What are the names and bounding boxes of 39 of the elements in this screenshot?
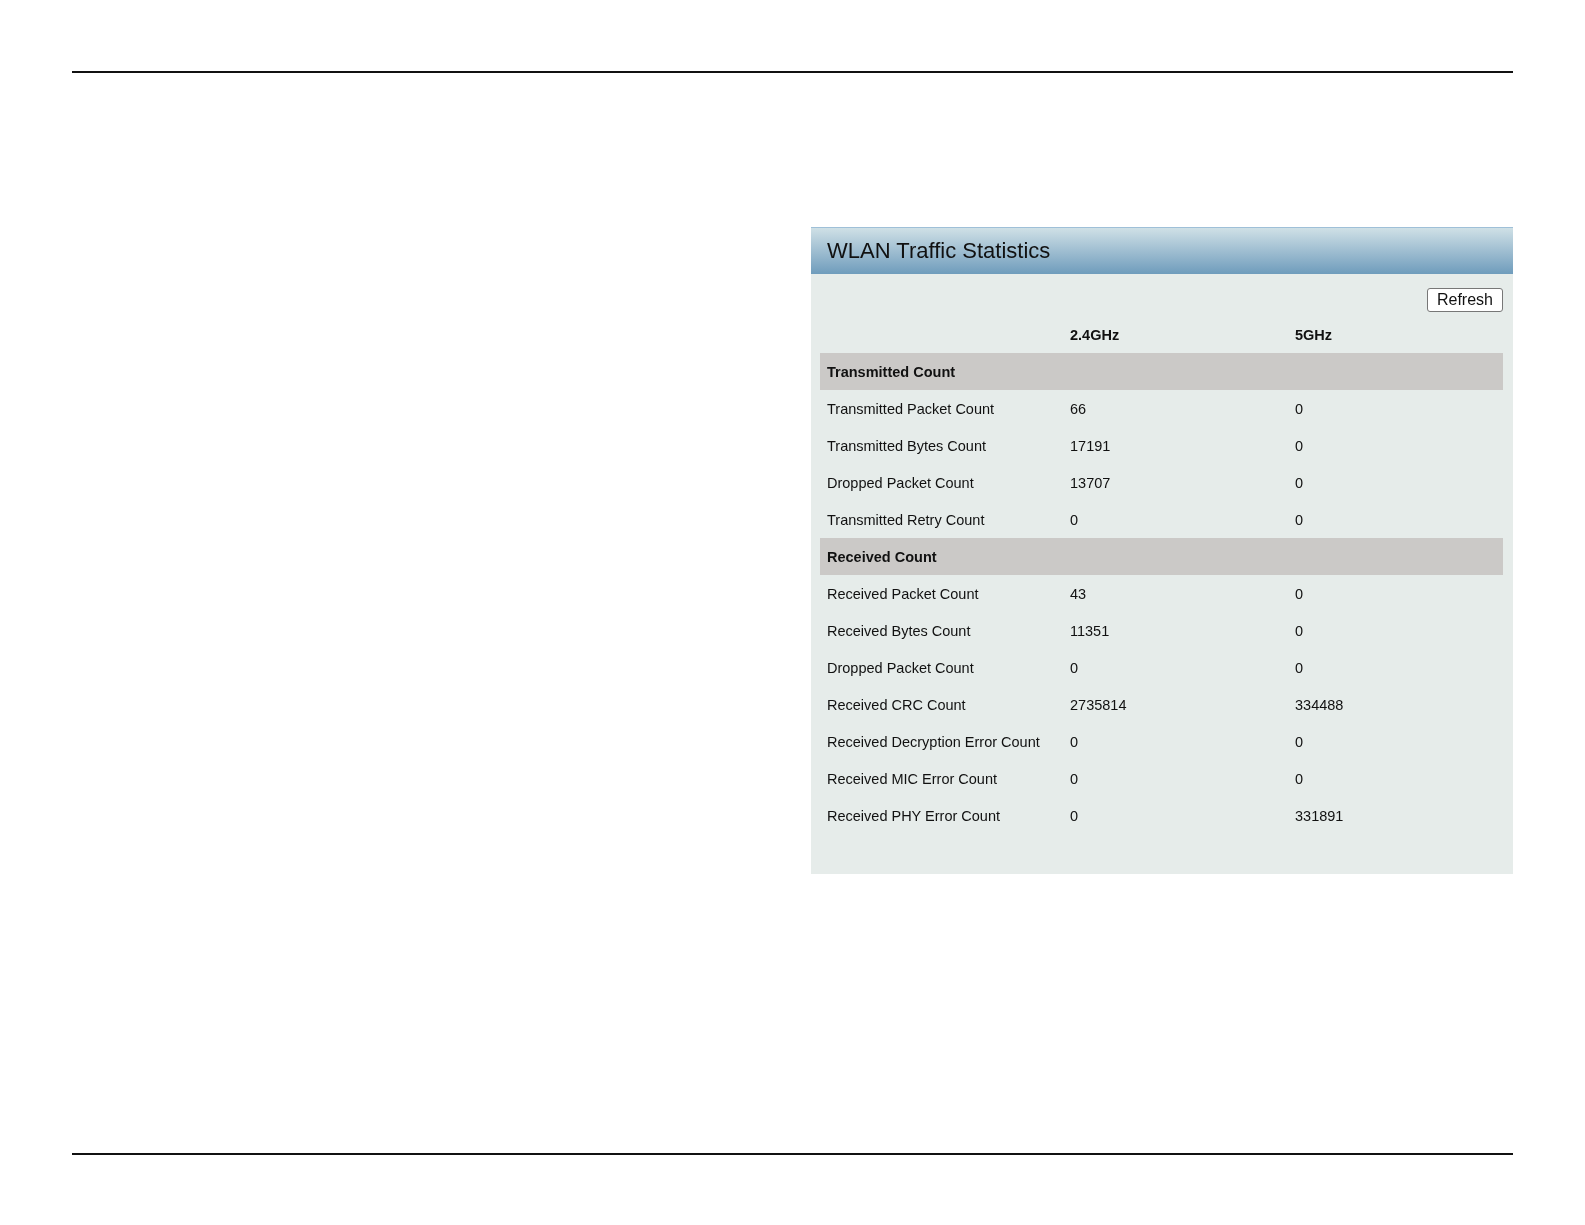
row-label: Transmitted Packet Count [827,400,996,417]
table-cell-text: 334488 [1295,696,1345,713]
table-cell-text: 0 [1070,807,1080,824]
table-cell-text: 0 [1295,659,1305,676]
table-cell-text: 17191 [1070,437,1112,454]
row-label: Dropped Packet Count [827,474,975,491]
table-cell-text: 0 [1295,437,1305,454]
row-label: Received Decryption Error Count [827,733,1041,750]
row-label: Received CRC Count [827,696,967,713]
section-header: Received Count [820,538,1503,575]
table-cell-text: 0 [1295,622,1305,639]
table-cell-text: 0 [1070,733,1080,750]
row-label: Received Packet Count [827,585,980,602]
table-cell-text: 13707 [1070,474,1112,491]
table-cell-text: 331891 [1295,807,1345,824]
table-cell-text: 0 [1295,733,1305,750]
table-cell-text: 43 [1070,585,1088,602]
row-label: Received MIC Error Count [827,770,999,787]
table-cell-text: 0 [1295,474,1305,491]
table-cell-text: 0 [1070,770,1080,787]
section-header: Transmitted Count [820,353,1503,390]
table-cell-text: 0 [1295,511,1305,528]
table-cell-text: 0 [1070,511,1080,528]
row-label: Transmitted Bytes Count [827,437,988,454]
table-cell-text: 11351 [1070,622,1111,639]
row-label: Transmitted Retry Count [827,511,986,528]
table-cell-text: 2735814 [1070,696,1128,713]
table-cell-text: 0 [1070,659,1080,676]
table-cell-text: 0 [1295,585,1305,602]
row-label: Received Bytes Count [827,622,972,639]
refresh-button[interactable]: Refresh [1426,288,1503,312]
table-cell-text: 66 [1070,400,1088,417]
table-cell-text: 0 [1295,770,1305,787]
column-header: 2.4GHz [1070,326,1121,343]
table-cell-text: 0 [1295,400,1305,417]
panel-title: WLAN Traffic Statistics [811,228,1513,274]
row-label: Received PHY Error Count [827,807,1001,824]
column-header: 5GHz [1295,326,1334,343]
row-label: Dropped Packet Count [827,659,975,676]
